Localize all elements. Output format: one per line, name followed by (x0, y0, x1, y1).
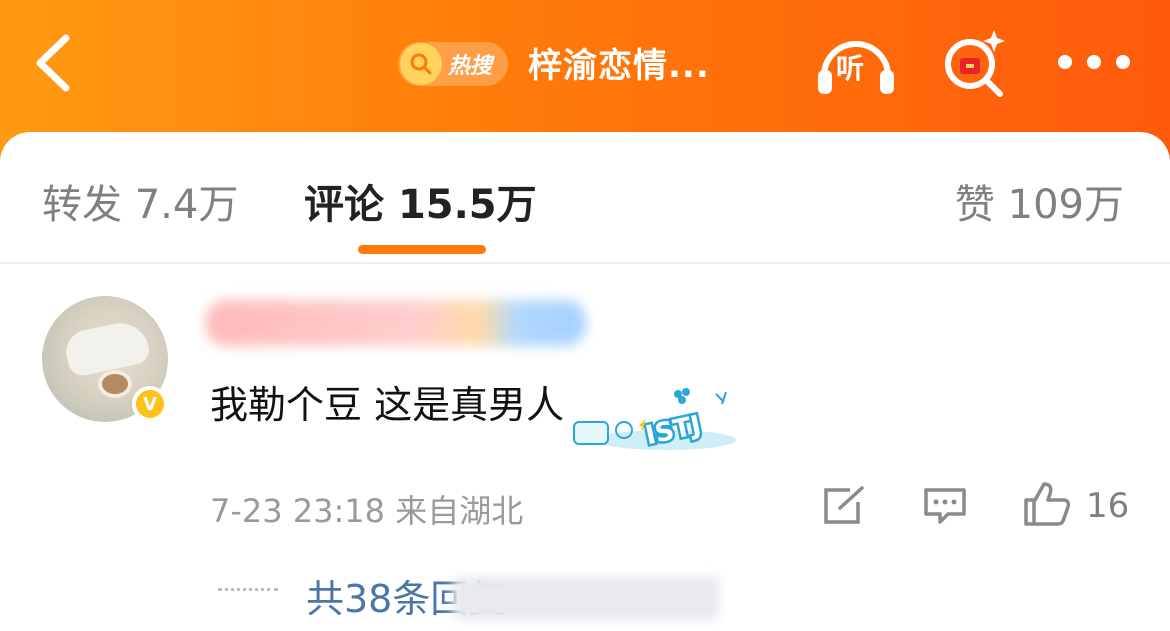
more-icon-dot (1087, 55, 1101, 69)
more-icon-dot (1116, 55, 1130, 69)
avatar-cup (98, 370, 132, 398)
ai-search-button[interactable] (940, 28, 1010, 98)
verified-badge-icon: V (132, 386, 168, 422)
ai-search-icon (945, 30, 1005, 97)
back-arrow-icon (36, 34, 70, 92)
comment-meta: 7-23 23:18 来自湖北 (210, 486, 523, 532)
active-tab-indicator (358, 245, 486, 254)
comment-text: 我勒个豆 这是真男人 (210, 383, 565, 427)
search-icon (400, 43, 442, 85)
comment-time: 7-23 23:18 (210, 492, 386, 530)
tab-like-count: 109万 (1007, 182, 1124, 228)
tab-comment-label: 评论 (304, 182, 384, 228)
more-icon-dot (1058, 55, 1072, 69)
like-button[interactable] (1022, 480, 1072, 528)
tab-repost[interactable]: 转发 7.4万 (42, 172, 238, 230)
tab-bar: 转发 7.4万 评论 15.5万 赞 109万 (0, 132, 1170, 264)
tab-like-label: 赞 (954, 182, 995, 228)
avatar-figure (62, 317, 152, 379)
share-icon (824, 486, 864, 524)
thumbs-up-icon (1024, 482, 1071, 526)
comments-card: 转发 7.4万 评论 15.5万 赞 109万 (0, 132, 1170, 631)
username-redacted[interactable] (206, 300, 586, 346)
topic-title[interactable]: 梓渝恋情... (528, 38, 710, 87)
share-button[interactable] (822, 486, 866, 526)
tab-comment[interactable]: 评论 15.5万 (304, 172, 537, 230)
tab-like[interactable]: 赞 109万 (955, 172, 1124, 230)
tab-repost-count: 7.4万 (134, 182, 239, 228)
hot-search-badge[interactable]: 热搜 (398, 42, 508, 86)
reply-divider (218, 588, 278, 591)
more-button[interactable] (1058, 50, 1130, 74)
tab-repost-label: 转发 (42, 182, 122, 228)
reply-button[interactable] (922, 486, 968, 526)
mbti-sticker-icon: ISTJ (573, 388, 736, 454)
hot-badge-label: 热搜 (448, 54, 493, 79)
like-count: 16 (1086, 486, 1130, 526)
comment-location: 来自湖北 (395, 492, 524, 530)
tab-comment-count: 15.5万 (397, 182, 537, 228)
listen-label: 听 (836, 52, 865, 85)
reply-preview-redacted (452, 576, 720, 620)
comment-icon (924, 488, 966, 524)
listen-button[interactable]: 听 (814, 30, 898, 96)
back-button[interactable] (30, 30, 80, 96)
